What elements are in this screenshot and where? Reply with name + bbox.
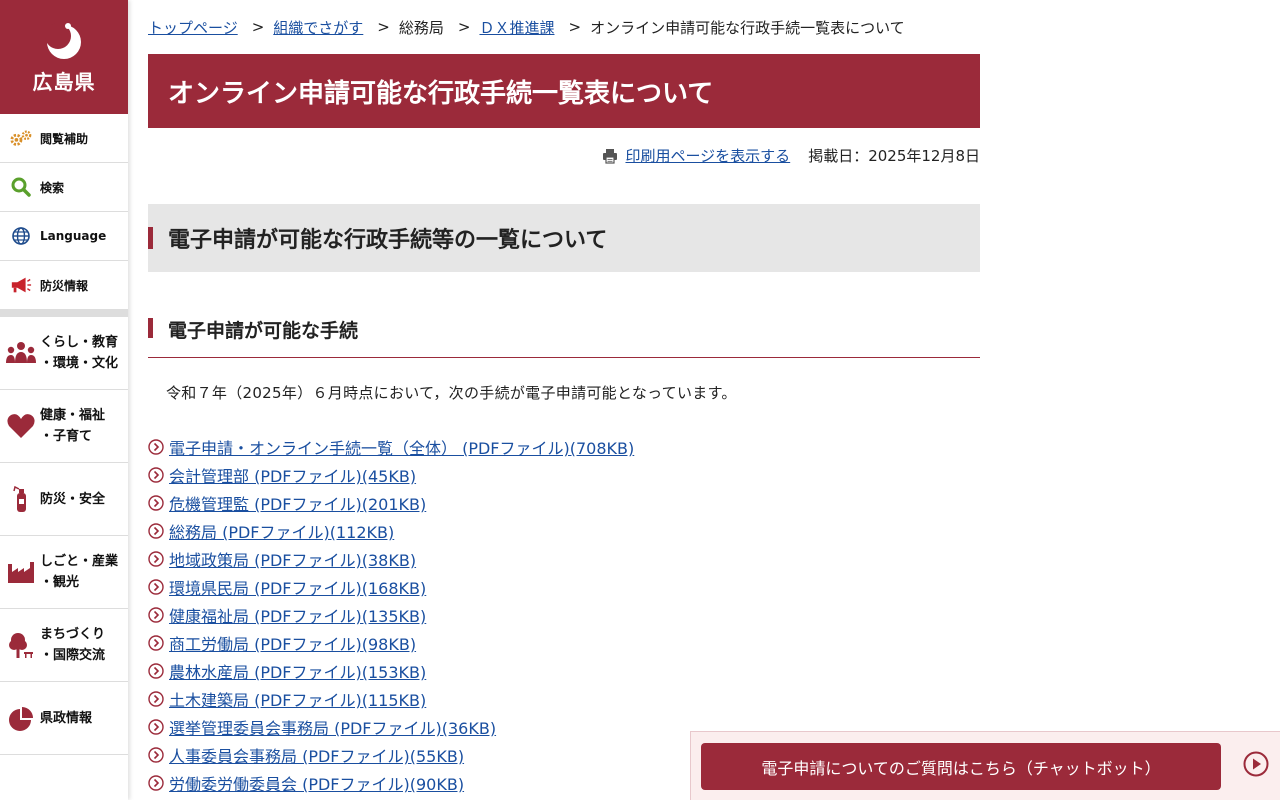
- megaphone-icon: [10, 274, 32, 296]
- factory-icon: [6, 557, 36, 587]
- sidebar-item-living[interactable]: くらし・教育 ・環境・文化: [0, 317, 128, 390]
- sidebar-item-language[interactable]: Language: [0, 212, 128, 261]
- sidebar-item-work[interactable]: しごと・産業 ・観光: [0, 536, 128, 609]
- sidebar-item-label: 防災・安全: [40, 491, 106, 507]
- circle-chevron-icon: [148, 719, 164, 735]
- circle-chevron-icon: [148, 663, 164, 679]
- breadcrumb-separator: >: [377, 18, 390, 36]
- people-icon: [6, 338, 36, 368]
- sidebar-item-search[interactable]: 検索: [0, 163, 128, 212]
- sidebar-item-label: ・観光: [40, 575, 80, 590]
- pdf-link[interactable]: 地域政策局 (PDFファイル)(38KB): [169, 547, 416, 571]
- sidebar-item-disaster-info[interactable]: 防災情報: [0, 261, 128, 310]
- circle-chevron-icon: [148, 607, 164, 623]
- page-meta: 印刷用ページを表示する 掲載日：2025年12月8日: [148, 128, 980, 183]
- sidebar-item-label: しごと・産業: [40, 554, 119, 569]
- breadcrumb-separator: >: [457, 18, 471, 36]
- list-item: 土木建築局 (PDFファイル)(115KB): [148, 685, 980, 713]
- pie-chart-icon: [6, 703, 36, 733]
- fire-extinguisher-icon: [6, 484, 36, 514]
- sidebar-item-label: くらし・教育: [40, 335, 119, 350]
- print-page-label: 印刷用ページを表示する: [625, 147, 791, 165]
- circle-chevron-icon: [148, 775, 164, 791]
- sidebar-item-label: 閲覧補助: [40, 131, 89, 146]
- sidebar-item-town[interactable]: まちづくり ・国際交流: [0, 609, 128, 682]
- list-item: 危機管理監 (PDFファイル)(201KB): [148, 489, 980, 517]
- breadcrumb: トップページ > 組織でさがす > 総務局 > ＤＸ推進課 > オンライン申請可…: [148, 0, 980, 54]
- list-item: 環境県民局 (PDFファイル)(168KB): [148, 573, 980, 601]
- sidebar-item-label: 防災情報: [40, 278, 89, 293]
- sidebar-item-government[interactable]: 県政情報: [0, 682, 128, 755]
- pdf-link[interactable]: 危機管理監 (PDFファイル)(201KB): [169, 491, 426, 515]
- sidebar-item-label: Language: [40, 229, 107, 243]
- circle-chevron-icon: [148, 579, 164, 595]
- list-item: 会計管理部 (PDFファイル)(45KB): [148, 461, 980, 489]
- gears-icon: [10, 127, 32, 149]
- circle-chevron-icon: [148, 439, 164, 455]
- pdf-link[interactable]: 健康福祉局 (PDFファイル)(135KB): [169, 603, 426, 627]
- globe-icon: [10, 225, 32, 247]
- page-title: オンライン申請可能な行政手続一覧表について: [148, 54, 980, 128]
- subsection-heading: 電子申請が可能な手続: [148, 306, 980, 358]
- prefecture-logo[interactable]: 広島県: [0, 0, 128, 114]
- printer-icon: [603, 148, 618, 164]
- chatbot-button[interactable]: 電子申請についてのご質問はこちら（チャットボット）: [701, 743, 1221, 790]
- pdf-link[interactable]: 土木建築局 (PDFファイル)(115KB): [169, 687, 426, 711]
- sidebar-item-safety[interactable]: 防災・安全: [0, 463, 128, 536]
- sidebar-item-health[interactable]: 健康・福祉 ・子育て: [0, 390, 128, 463]
- play-circle-icon[interactable]: [1243, 751, 1269, 777]
- tree-icon: [6, 630, 36, 660]
- sidebar-item-label: 県政情報: [40, 710, 93, 726]
- breadcrumb-link-top[interactable]: トップページ: [148, 17, 238, 38]
- circle-chevron-icon: [148, 523, 164, 539]
- circle-chevron-icon: [148, 495, 164, 511]
- search-icon: [10, 176, 32, 198]
- list-item: 電子申請・オンライン手続一覧（全体） (PDFファイル)(708KB): [148, 433, 980, 461]
- sidebar-divider: [0, 310, 128, 317]
- breadcrumb-separator: >: [251, 18, 265, 36]
- pdf-link[interactable]: 商工労働局 (PDFファイル)(98KB): [169, 631, 416, 655]
- list-item: 総務局 (PDFファイル)(112KB): [148, 517, 980, 545]
- main-content: トップページ > 組織でさがす > 総務局 > ＤＸ推進課 > オンライン申請可…: [148, 0, 980, 797]
- pdf-link[interactable]: 選挙管理委員会事務局 (PDFファイル)(36KB): [169, 715, 496, 739]
- pdf-link[interactable]: 電子申請・オンライン手続一覧（全体） (PDFファイル)(708KB): [169, 435, 634, 459]
- sidebar-item-label: 検索: [40, 180, 65, 195]
- circle-chevron-icon: [148, 691, 164, 707]
- sidebar-item-label: ・子育て: [40, 429, 93, 444]
- section-heading: 電子申請が可能な行政手続等の一覧について: [148, 204, 980, 272]
- crescent-logo-icon: [45, 22, 81, 59]
- circle-chevron-icon: [148, 635, 164, 651]
- pdf-link[interactable]: 総務局 (PDFファイル)(112KB): [169, 519, 394, 543]
- list-item: 地域政策局 (PDFファイル)(38KB): [148, 545, 980, 573]
- sidebar-item-label: まちづくり: [40, 627, 106, 642]
- circle-chevron-icon: [148, 467, 164, 483]
- circle-chevron-icon: [148, 551, 164, 567]
- sidebar: 広島県 閲覧補助 検索 Language 防災情報 くらし・教育 ・環境・文化 …: [0, 0, 128, 800]
- intro-text: 令和７年（2025年）６月時点において，次の手続が電子申請可能となっています。: [166, 384, 737, 402]
- pdf-link[interactable]: 労働委労働委員会 (PDFファイル)(90KB): [169, 771, 464, 795]
- sidebar-item-accessibility[interactable]: 閲覧補助: [0, 114, 128, 163]
- breadcrumb-link-dx-division[interactable]: ＤＸ推進課: [479, 17, 554, 38]
- print-page-link[interactable]: 印刷用ページを表示する: [602, 145, 790, 166]
- breadcrumb-separator: >: [568, 18, 582, 36]
- publish-date: 掲載日：2025年12月8日: [808, 147, 980, 165]
- pdf-link[interactable]: 会計管理部 (PDFファイル)(45KB): [169, 463, 416, 487]
- breadcrumb-item-bureau: 総務局: [398, 18, 444, 37]
- list-item: 健康福祉局 (PDFファイル)(135KB): [148, 601, 980, 629]
- sidebar-item-label: ・国際交流: [40, 648, 106, 663]
- pdf-link[interactable]: 人事委員会事務局 (PDFファイル)(55KB): [169, 743, 464, 767]
- logo-text: 広島県: [32, 69, 96, 94]
- chatbot-bar: 電子申請についてのご質問はこちら（チャットボット）: [690, 731, 1280, 800]
- sidebar-item-label: 健康・福祉: [40, 408, 106, 423]
- breadcrumb-current: オンライン申請可能な行政手続一覧表について: [590, 18, 905, 37]
- breadcrumb-link-organization[interactable]: 組織でさがす: [273, 17, 363, 38]
- heart-icon: [6, 411, 36, 441]
- pdf-link[interactable]: 環境県民局 (PDFファイル)(168KB): [169, 575, 426, 599]
- pdf-link[interactable]: 農林水産局 (PDFファイル)(153KB): [169, 659, 426, 683]
- list-item: 農林水産局 (PDFファイル)(153KB): [148, 657, 980, 685]
- list-item: 商工労働局 (PDFファイル)(98KB): [148, 629, 980, 657]
- sidebar-item-label: ・環境・文化: [40, 356, 119, 371]
- circle-chevron-icon: [148, 747, 164, 763]
